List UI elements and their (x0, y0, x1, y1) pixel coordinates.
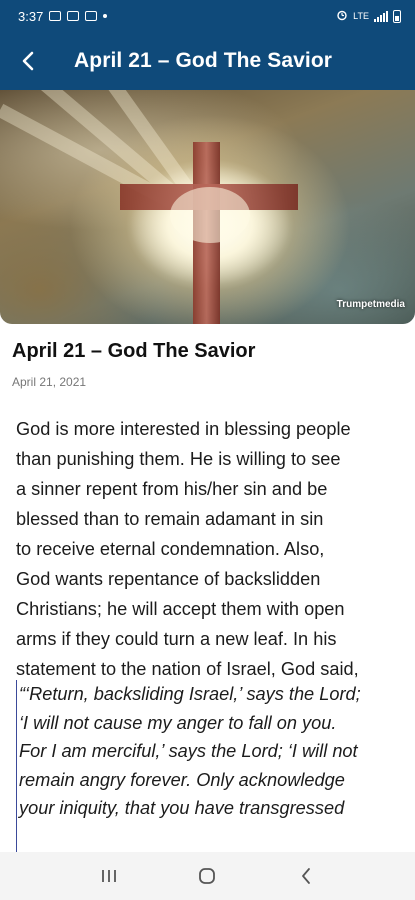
image-credit: Trumpetmedia (336, 299, 405, 310)
body-line: a sinner repent from his/her sin and be (16, 479, 328, 499)
status-left: 3:37 (18, 8, 108, 24)
quote-line: ‘I will not cause my anger to fall on yo… (19, 712, 337, 733)
quote-line: “‘Return, backsliding Israel,’ says the … (19, 684, 361, 704)
system-back-button[interactable] (286, 856, 326, 896)
cross-illustration (0, 90, 298, 324)
gallery-notification-icon (49, 11, 62, 21)
home-icon (199, 868, 216, 884)
image-notification-icon (67, 11, 80, 21)
recent-apps-button[interactable] (89, 856, 129, 896)
recent-apps-icon (102, 870, 117, 882)
quote-line: For I am merciful,’ says the Lord; ‘I wi… (19, 741, 358, 761)
body-line: God is more interested in blessing peopl… (16, 419, 351, 439)
body-line: than punishing them. He is willing to se… (16, 449, 341, 469)
back-button[interactable] (0, 32, 56, 90)
body-line: blessed than to remain adamant in sin (16, 509, 324, 529)
post-date: April 21, 2021 (12, 375, 87, 389)
status-right: LTE (336, 9, 401, 23)
quote-line: remain angry forever. Only acknowledge (19, 769, 345, 790)
hero-image: Trumpetmedia (0, 90, 415, 324)
signal-icon (374, 10, 388, 22)
back-arrow-icon (22, 51, 34, 71)
app-notification-icon (85, 11, 98, 21)
status-bar: 3:37 LTE (0, 0, 415, 32)
alarm-icon (336, 9, 348, 23)
body-line: Christians; he will accept them with ope… (16, 599, 345, 619)
network-type-label: LTE (353, 11, 369, 21)
more-notifications-dot-icon (103, 14, 108, 18)
system-navigation-bar (0, 852, 415, 900)
post-body: God is more interested in blessing peopl… (16, 414, 401, 684)
chevron-left-icon (301, 868, 310, 884)
body-line: God wants repentance of backslidden (16, 569, 321, 589)
status-time: 3:37 (18, 8, 44, 24)
body-line: to receive eternal condemnation. Also, (16, 539, 325, 559)
scripture-quote: “‘Return, backsliding Israel,’ says the … (16, 680, 406, 852)
quote-line: your iniquity, that you have transgresse… (19, 798, 345, 818)
body-line: arms if they could turn a new leaf. In h… (16, 629, 337, 649)
page-title: April 21 – God The Savior (74, 49, 333, 72)
app-bar: April 21 – God The Savior (0, 32, 415, 90)
home-button[interactable] (187, 856, 227, 896)
battery-icon (393, 9, 401, 23)
post-title: April 21 – God The Savior (12, 340, 256, 362)
